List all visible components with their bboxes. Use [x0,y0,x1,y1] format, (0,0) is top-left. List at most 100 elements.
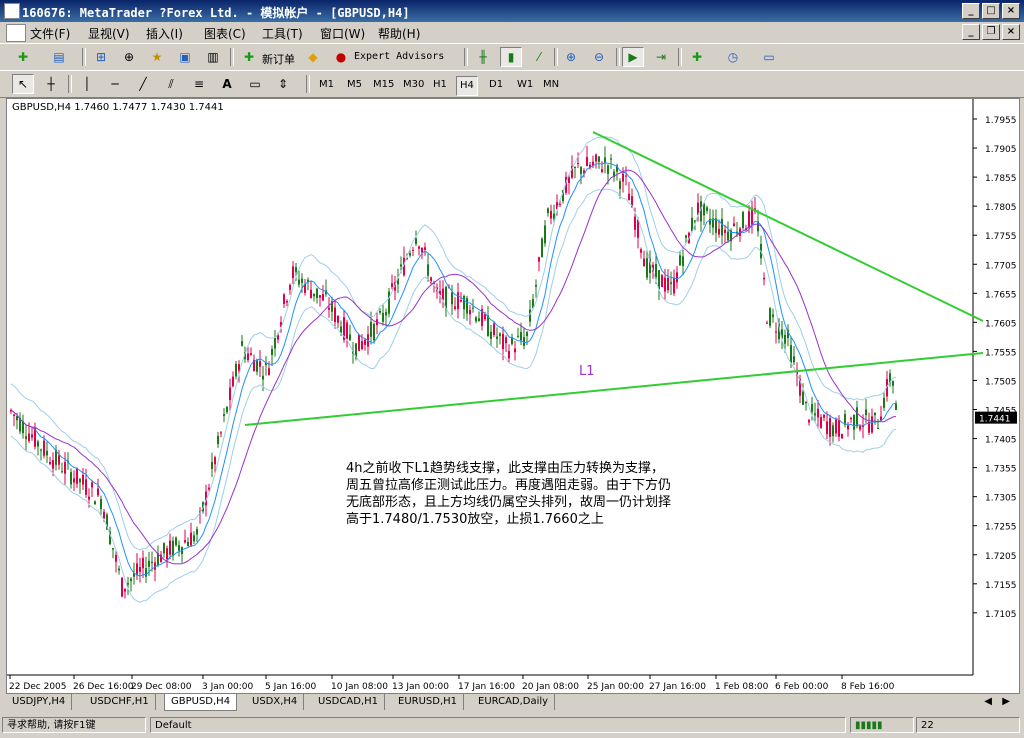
trendline-label-l1: L1 [579,364,595,379]
menu-chart[interactable]: 图表(C) [204,25,246,42]
tab-usdx-h4[interactable]: USDX,H4 [246,694,305,710]
candle-body [607,165,609,174]
tf-mn[interactable]: MN [540,76,562,94]
tab-gbpusd-h4[interactable]: GBPUSD,H4 [164,694,238,711]
menu-file[interactable]: 文件(F) [30,25,70,42]
terminal-icon[interactable]: ▣ [174,47,196,67]
tester-icon[interactable]: ▥ [202,47,224,67]
metaeditor-icon[interactable]: ◆ [302,47,324,67]
candle-body [685,235,687,238]
price-label: 1.7105 [985,610,1017,620]
candle-body [595,154,597,162]
new-order-button[interactable]: 新订单 [262,51,295,67]
menu-view[interactable]: 显视(V) [88,25,130,42]
arrows-icon[interactable]: ⇕ [272,74,294,94]
candle-body [76,467,78,484]
new-order-icon[interactable]: ✚ [238,47,260,67]
cursor-icon[interactable]: ↖ [12,74,34,94]
navigator-icon[interactable]: ★ [146,47,168,67]
candle-body [856,407,858,427]
tf-m5[interactable]: M5 [344,76,365,94]
title-bar: 160676: MetaTrader ?Forex Ltd. - 模拟帐户 - … [0,0,1024,22]
indicators-icon[interactable]: ✚ [686,47,708,67]
data-window-icon[interactable]: ⊕ [118,47,140,67]
auto-scroll-icon[interactable]: ▶ [622,47,644,67]
tab-usdcad-h1[interactable]: USDCAD,H1 [312,694,385,710]
candle-body [349,334,351,341]
templates-icon[interactable]: ▭ [758,47,780,67]
candle-body [601,169,603,172]
trendline-icon[interactable]: ╱ [132,74,154,94]
line-chart-icon[interactable]: ⁄ [528,47,550,67]
market-watch-icon[interactable]: ⊞ [90,47,112,67]
expert-advisors-button[interactable]: Expert Advisors [354,51,444,62]
vertical-line-icon[interactable]: │ [76,74,98,94]
zoom-out-icon[interactable]: ⊖ [588,47,610,67]
tab-eurusd-h1[interactable]: EURUSD,H1 [392,694,465,710]
tab-scroll-left-icon[interactable]: ◀ [984,696,992,707]
candle-body [460,300,462,302]
tf-m1[interactable]: M1 [316,76,337,94]
fibonacci-icon[interactable]: ≡ [188,74,210,94]
tab-scroll-right-icon[interactable]: ▶ [1002,696,1010,707]
menu-tools[interactable]: 工具(T) [262,25,303,42]
periods-icon[interactable]: ◷ [722,47,744,67]
tf-w1[interactable]: W1 [514,76,536,94]
price-chart[interactable]: 1.7955 1.7905 1.7855 1.7805 1.7755 1.7705 1.76… [7,99,1019,693]
candle-body [769,308,771,326]
horizontal-line-icon[interactable]: ─ [104,74,126,94]
mdi-minimize-button[interactable]: _ [962,24,980,40]
candle-body [859,426,861,430]
profiles-icon[interactable]: ▤ [48,47,70,67]
tf-m30[interactable]: M30 [400,76,427,94]
candle-body [733,223,735,227]
menu-help[interactable]: 帮助(H) [378,25,420,42]
text-icon[interactable]: A [216,74,238,94]
candle-body [715,218,717,233]
candle-body [826,421,828,435]
tf-h1[interactable]: H1 [430,76,450,94]
menu-window[interactable]: 窗口(W) [320,25,365,42]
document-icon[interactable] [6,24,26,42]
mdi-close-button[interactable]: × [1002,24,1020,40]
zoom-in-icon[interactable]: ⊕ [560,47,582,67]
chart-window[interactable]: 1.7955 1.7905 1.7855 1.7805 1.7755 1.7705 1.76… [6,98,1020,694]
tab-usdjpy-h4[interactable]: USDJPY,H4 [6,694,73,710]
candle-body [226,406,228,413]
mdi-restore-button[interactable]: ❐ [982,24,1000,40]
candle-body [832,425,834,436]
maximize-button[interactable]: □ [982,3,1000,19]
candlestick-icon[interactable]: ▮ [500,47,522,67]
candle-body [136,563,138,576]
candle-body [115,555,117,562]
crosshair-icon[interactable]: ┼ [40,74,62,94]
tf-d1[interactable]: D1 [486,76,506,94]
new-chart-icon[interactable]: ✚ [12,47,34,67]
price-label: 1.7255 [985,523,1017,533]
candle-body [193,535,195,542]
tf-m15[interactable]: M15 [370,76,397,94]
channel-icon[interactable]: ⫽ [160,74,182,94]
candle-body [625,175,627,177]
bar-chart-icon[interactable]: ╫ [472,47,494,67]
candle-body [214,457,216,465]
candle-body [31,434,33,438]
tab-usdchf-h1[interactable]: USDCHF,H1 [84,694,156,710]
candle-body [166,548,168,560]
time-label: 1 Feb 08:00 [715,682,769,692]
chart-shift-icon[interactable]: ⇥ [650,47,672,67]
close-button[interactable]: × [1002,3,1020,19]
tab-eurcad-daily[interactable]: EURCAD,Daily [472,694,556,710]
menu-insert[interactable]: 插入(I) [146,25,183,42]
expert-advisors-icon[interactable]: ● [330,47,352,67]
tf-h4[interactable]: H4 [456,76,478,96]
text-label-icon[interactable]: ▭ [244,74,266,94]
minimize-button[interactable]: _ [962,3,980,19]
candle-body [811,404,813,412]
candle-body [547,208,549,213]
candle-body [322,294,324,301]
price-label: 1.7755 [985,232,1017,242]
candle-body [874,412,876,416]
candle-body [637,219,639,238]
candle-body [580,167,582,175]
